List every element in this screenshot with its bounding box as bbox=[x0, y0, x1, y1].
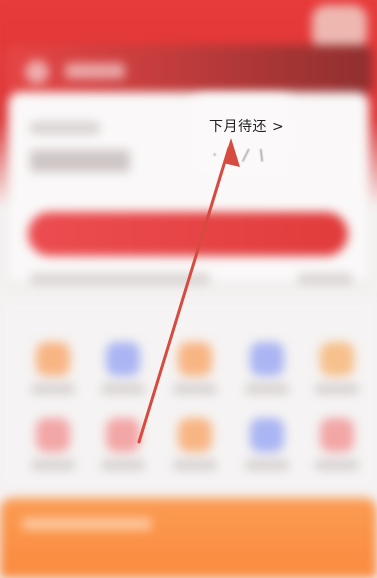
orange-tile-icon[interactable] bbox=[178, 342, 212, 376]
pending-repay-area: 下月待还 > · · / \ bbox=[195, 102, 290, 172]
red-tile-icon[interactable] bbox=[36, 418, 70, 452]
orange-tile-icon[interactable] bbox=[178, 418, 212, 452]
info-text-placeholder bbox=[30, 274, 210, 284]
grid-label bbox=[245, 460, 289, 470]
account-strip[interactable] bbox=[5, 45, 372, 95]
bill-amount-placeholder bbox=[30, 150, 130, 172]
pending-repay-link[interactable]: 下月待还 > bbox=[209, 116, 284, 136]
grid-label bbox=[173, 460, 217, 470]
grid-label bbox=[245, 384, 289, 394]
banner-text-placeholder bbox=[22, 518, 152, 530]
grid-label bbox=[173, 384, 217, 394]
bill-card bbox=[8, 92, 369, 284]
pending-amount-partial: · · / \ bbox=[212, 146, 267, 164]
grid-label bbox=[31, 384, 75, 394]
grid-label bbox=[31, 460, 75, 470]
promo-banner[interactable] bbox=[0, 498, 377, 578]
red-tile-icon[interactable] bbox=[106, 418, 140, 452]
blue-tile-icon[interactable] bbox=[106, 342, 140, 376]
bill-label-placeholder bbox=[30, 122, 100, 134]
grid-label bbox=[315, 460, 359, 470]
info-link-placeholder[interactable] bbox=[298, 274, 353, 284]
service-grid bbox=[0, 300, 377, 490]
blue-tile-icon[interactable] bbox=[250, 342, 284, 376]
avatar bbox=[25, 60, 49, 84]
account-name-placeholder bbox=[65, 63, 125, 79]
blue-tile-icon[interactable] bbox=[250, 418, 284, 452]
grid-label bbox=[315, 384, 359, 394]
orange-tile-icon[interactable] bbox=[36, 342, 70, 376]
orange-tile-icon[interactable] bbox=[320, 342, 354, 376]
corner-decoration bbox=[312, 5, 367, 50]
repay-button[interactable] bbox=[28, 212, 348, 256]
grid-label bbox=[101, 384, 145, 394]
grid-label bbox=[101, 460, 145, 470]
blurred-background-ui bbox=[0, 0, 377, 578]
red-tile-icon[interactable] bbox=[320, 418, 354, 452]
